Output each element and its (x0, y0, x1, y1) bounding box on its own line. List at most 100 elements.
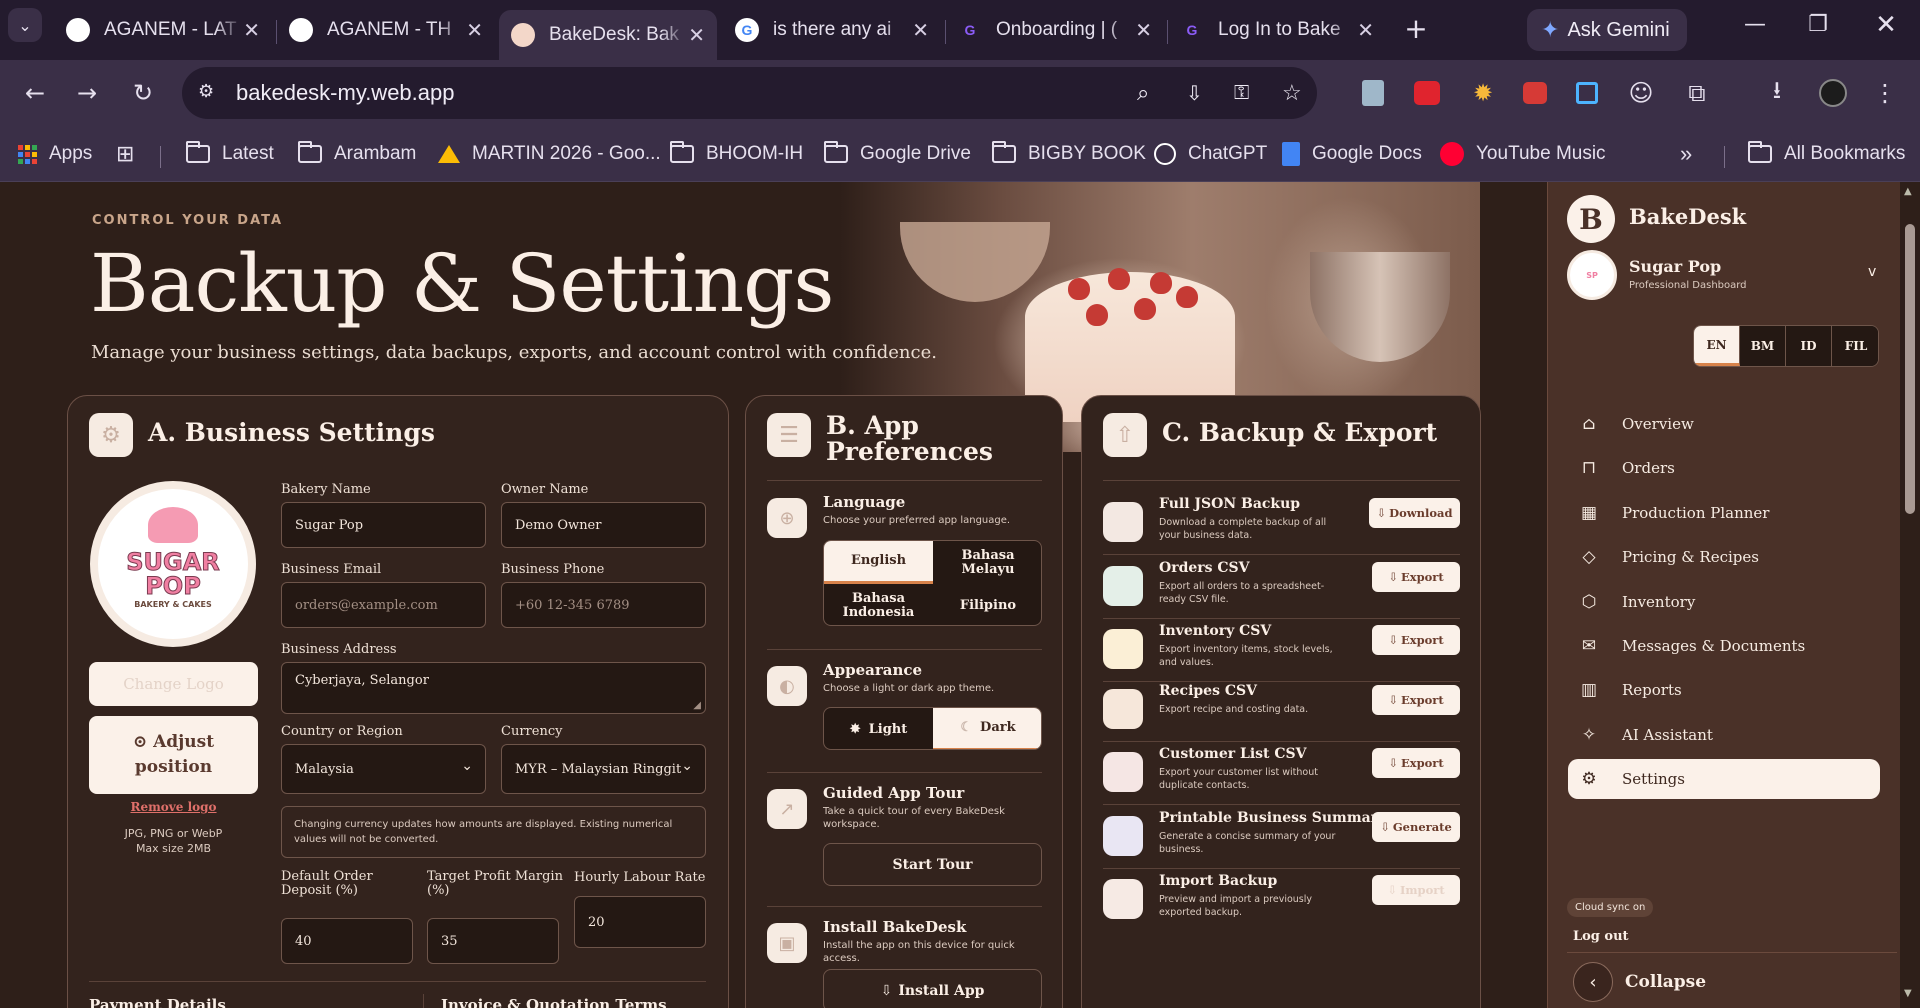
close-tab-icon[interactable]: ✕ (688, 23, 705, 48)
business-phone-input[interactable]: +60 12-345 6789 (501, 582, 706, 628)
profile-avatar[interactable] (1816, 76, 1850, 110)
extension-tool-icon[interactable] (1518, 76, 1552, 110)
bookmark-arambam[interactable]: Arambam (298, 138, 416, 170)
labour-input[interactable]: 20 (574, 896, 706, 948)
resize-handle-icon[interactable]: ◢ (693, 700, 701, 711)
bookmark-youtube-music[interactable]: YouTube Music (1440, 138, 1606, 170)
scroll-thumb[interactable] (1905, 224, 1915, 514)
lang-option-bahasa-indonesia[interactable]: Bahasa Indonesia (824, 584, 933, 625)
lang-en[interactable]: EN (1694, 326, 1740, 366)
close-tab-icon[interactable]: ✕ (243, 18, 260, 43)
close-tab-icon[interactable]: ✕ (912, 18, 929, 43)
bookmark-google-drive[interactable]: Google Drive (824, 138, 971, 170)
sidebar-item-production-planner[interactable]: ▦ Production Planner (1568, 493, 1880, 533)
lang-option-bahasa-melayu[interactable]: Bahasa Melayu (933, 541, 1041, 584)
close-tab-icon[interactable]: ✕ (1135, 18, 1152, 43)
scroll-down-icon[interactable]: ▼ (1904, 988, 1912, 999)
browser-tab[interactable]: G Log In to Bake ✕ (1168, 8, 1386, 52)
bookmark-bigby[interactable]: BIGBY BOOK (992, 138, 1146, 170)
theme-option-dark[interactable]: ☾ Dark (933, 708, 1041, 749)
more-bookmarks-button[interactable]: » (1680, 138, 1692, 170)
sidebar-item-pricing-recipes[interactable]: ◇ Pricing & Recipes (1568, 537, 1880, 577)
browser-tab[interactable]: AGANEM - LAT ✕ (54, 8, 272, 52)
extensions-puzzle-icon[interactable]: ⧉ (1680, 76, 1714, 110)
lang-bm[interactable]: BM (1740, 326, 1786, 366)
menu-kebab-icon[interactable]: ⋮ (1868, 76, 1902, 110)
export-button[interactable]: ⇩ Import (1372, 875, 1460, 905)
lang-option-english[interactable]: English (824, 541, 933, 584)
minimize-button[interactable]: — (1735, 12, 1775, 46)
bakery-name-input[interactable]: Sugar Pop (281, 502, 486, 548)
bookmark-martin[interactable]: MARTIN 2026 - Goo... (438, 138, 661, 170)
extension-red-icon[interactable] (1410, 76, 1444, 110)
tab-search-button[interactable]: ⌄ (8, 8, 42, 42)
address-bar[interactable]: ⚙ bakedesk-my.web.app ⌕ ⇩ ⚿ ☆ (182, 67, 1317, 119)
close-tab-icon[interactable]: ✕ (1357, 18, 1374, 43)
sidebar-item-ai-assistant[interactable]: ✧ AI Assistant (1568, 715, 1880, 755)
collapse-button[interactable]: ‹ Collapse (1573, 961, 1773, 1003)
export-button[interactable]: ⇩ Export (1372, 684, 1460, 715)
bookmark-bhoom[interactable]: BHOOM-IH (670, 138, 803, 170)
adjust-position-button[interactable]: ⊙ Adjust position (89, 716, 258, 794)
start-tour-button[interactable]: Start Tour (823, 843, 1042, 886)
scroll-up-icon[interactable]: ▲ (1904, 186, 1912, 197)
lang-option-filipino[interactable]: Filipino (933, 584, 1041, 625)
export-button[interactable]: ⇩ Generate (1372, 811, 1460, 842)
install-app-icon[interactable]: ⇩ (1186, 81, 1203, 106)
restore-button[interactable]: ❐ (1798, 12, 1838, 46)
sidebar-item-orders[interactable]: ⊓ Orders (1568, 448, 1880, 488)
close-window-button[interactable]: ✕ (1866, 10, 1906, 44)
bookmark-chatgpt[interactable]: ChatGPT (1154, 138, 1267, 170)
tab-groups-icon[interactable]: ⊞ (116, 138, 134, 170)
browser-tab[interactable]: Gis there any ai ✕ (723, 8, 941, 52)
site-info-icon[interactable]: ⚙ (198, 81, 214, 102)
page-scrollbar[interactable]: ▲ ▼ (1900, 182, 1920, 1008)
downloads-icon[interactable]: ⭳ (1760, 76, 1794, 110)
theme-option-light[interactable]: ✸ Light (824, 708, 933, 749)
ask-gemini-button[interactable]: ✦ Ask Gemini (1527, 9, 1687, 51)
browser-tab[interactable]: BakeDesk: Bak ✕ (499, 10, 717, 60)
country-select[interactable]: Malaysia ⌄ (281, 744, 486, 794)
change-logo-button[interactable]: Change Logo (89, 662, 258, 706)
business-switcher[interactable]: SP Sugar Pop Professional Dashboard v (1567, 250, 1901, 302)
export-button[interactable]: ⇩ Export (1372, 748, 1460, 778)
bookmark-google-docs[interactable]: Google Docs (1282, 138, 1422, 170)
lang-fil[interactable]: FIL (1832, 326, 1878, 366)
remove-logo-link[interactable]: Remove logo (89, 800, 258, 814)
export-button[interactable]: ⇩ Export (1372, 625, 1460, 655)
new-tab-button[interactable]: + (1400, 12, 1432, 45)
owner-name-input[interactable]: Demo Owner (501, 502, 706, 548)
lang-id[interactable]: ID (1786, 326, 1832, 366)
extension-notes-icon[interactable] (1356, 76, 1390, 110)
bookmark-star-icon[interactable]: ☆ (1282, 80, 1302, 106)
logout-link[interactable]: Log out (1573, 929, 1629, 944)
install-app-button[interactable]: ⇩ Install App (823, 969, 1042, 1008)
business-address-textarea[interactable]: Cyberjaya, Selangor ◢ (281, 662, 706, 714)
browser-tab[interactable]: AGANEM - TH ✕ (277, 8, 495, 52)
sidebar-item-messages-documents[interactable]: ✉ Messages & Documents (1568, 626, 1880, 666)
bookmark-latest[interactable]: Latest (186, 138, 274, 170)
browser-tab[interactable]: G Onboarding | (✕ (946, 8, 1164, 52)
sidebar-item-inventory[interactable]: ⬡ Inventory (1568, 582, 1880, 622)
bookmark-all[interactable]: All Bookmarks (1748, 138, 1905, 170)
margin-input[interactable]: 35 (427, 918, 559, 964)
sidebar-item-settings[interactable]: ⚙ Settings (1568, 759, 1880, 800)
export-button[interactable]: ⇩ Export (1372, 561, 1460, 592)
reload-button[interactable]: ↻ (126, 76, 160, 110)
deposit-input[interactable]: 40 (281, 918, 413, 964)
back-button[interactable]: ← (18, 76, 52, 110)
business-email-input[interactable]: orders@example.com (281, 582, 486, 628)
export-button[interactable]: ⇩ Download (1369, 498, 1460, 528)
close-tab-icon[interactable]: ✕ (466, 18, 483, 43)
extension-warning-icon[interactable]: ✹ (1466, 76, 1500, 110)
extension-face-icon[interactable]: ☺ (1624, 76, 1658, 110)
sidebar-item-reports[interactable]: ▥ Reports (1568, 670, 1880, 710)
screenshot-icon[interactable] (1570, 76, 1604, 110)
password-key-icon[interactable]: ⚿ (1234, 82, 1249, 105)
currency-select[interactable]: MYR – Malaysian Ringgit ⌄ (501, 744, 706, 794)
zoom-icon[interactable]: ⌕ (1137, 80, 1149, 106)
forward-button[interactable]: → (70, 76, 104, 110)
sidebar-item-overview[interactable]: ⌂ Overview (1568, 404, 1880, 444)
bookmark-apps[interactable]: Apps (18, 138, 92, 170)
chevron-down-icon[interactable]: v (1868, 264, 1876, 280)
